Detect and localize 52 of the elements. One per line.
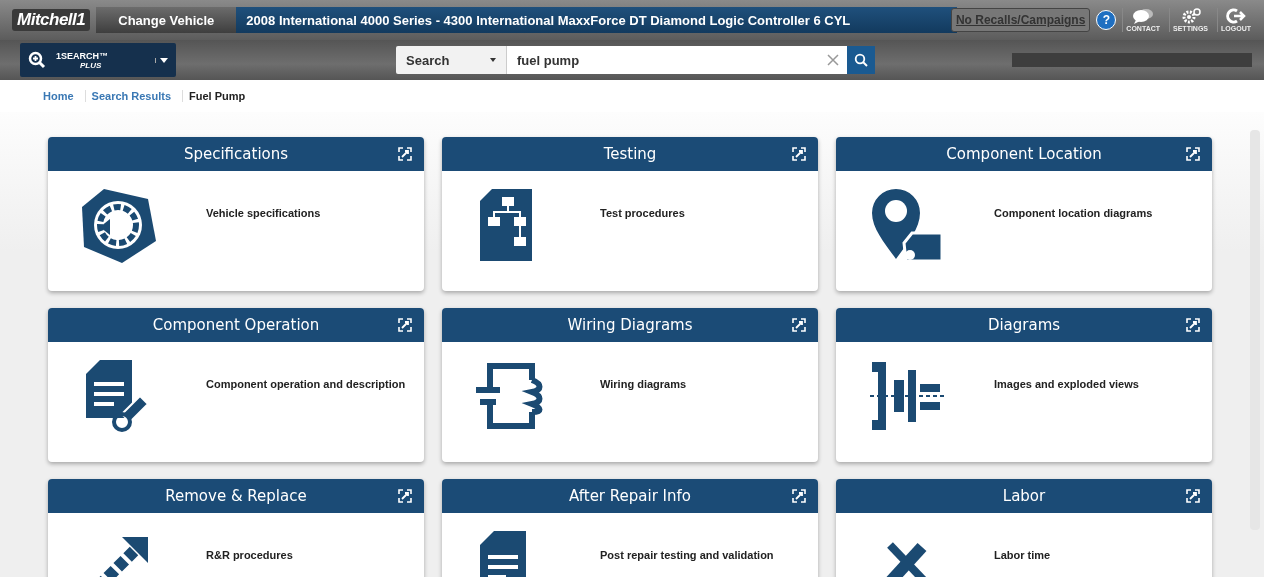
card-title[interactable]: Specifications (183, 145, 289, 163)
category-card[interactable]: Testing Test procedures (442, 137, 818, 291)
category-card[interactable]: Specifications Vehicle specifications (48, 137, 424, 291)
card-description: Post repair testing and validation (600, 549, 774, 561)
card-description: Images and exploded views (994, 378, 1139, 390)
card-title[interactable]: Testing (603, 145, 657, 163)
search-scope-dropdown[interactable]: Search (396, 46, 506, 74)
breadcrumb-link[interactable]: Home (43, 90, 74, 102)
category-card[interactable]: Component Location Component location diagrams (836, 137, 1212, 291)
expand-icon[interactable] (792, 489, 806, 503)
card-description: Vehicle specifications (206, 207, 321, 219)
category-card[interactable]: Remove & Replace R&R procedures (48, 479, 424, 577)
search-button[interactable] (847, 46, 875, 74)
card-description: Test procedures (600, 207, 685, 219)
change-vehicle-button[interactable]: Change Vehicle (96, 7, 237, 33)
expand-icon[interactable] (398, 318, 412, 332)
expand-icon[interactable] (1186, 318, 1200, 332)
card-title[interactable]: Labor (1002, 487, 1046, 505)
caret-icon (490, 58, 496, 62)
expand-icon[interactable] (398, 147, 412, 161)
clear-icon[interactable] (827, 54, 839, 66)
expand-icon[interactable] (792, 318, 806, 332)
help-button[interactable]: ? (1096, 10, 1117, 30)
expand-icon[interactable] (792, 147, 806, 161)
card-title[interactable]: After Repair Info (569, 487, 691, 505)
card-description: R&R procedures (206, 549, 293, 561)
card-description: Component operation and description (206, 378, 406, 390)
caret-icon (160, 57, 168, 63)
breadcrumb-link[interactable]: Search Results (91, 90, 172, 102)
category-card[interactable]: Labor Labor time (836, 479, 1212, 577)
logo: Mitchell1 (12, 9, 91, 31)
zoom-in-icon (28, 51, 46, 69)
card-title[interactable]: Diagrams (987, 316, 1061, 334)
speech-bubbles-icon (1132, 8, 1155, 24)
search-icon (854, 53, 868, 67)
category-card[interactable]: Diagrams Images and exploded views (836, 308, 1212, 462)
expand-icon[interactable] (1186, 147, 1200, 161)
logout-icon (1225, 8, 1247, 24)
breadcrumb-current: Fuel Pump (189, 90, 246, 102)
card-description: Wiring diagrams (600, 378, 687, 390)
search-field[interactable]: fuel pump (507, 46, 847, 74)
expand-icon[interactable] (398, 489, 412, 503)
category-card[interactable]: Wiring Diagrams Wiring diagrams (442, 308, 818, 462)
card-description: Component location diagrams (994, 207, 1153, 219)
category-card[interactable]: After Repair Info Post repair testing and validation (442, 479, 818, 577)
card-title[interactable]: Remove & Replace (165, 487, 307, 505)
expand-icon[interactable] (1186, 489, 1200, 503)
category-card[interactable]: Component Operation Component operation and description (48, 308, 424, 462)
card-description: Labor time (994, 549, 1051, 561)
vehicle-title-bar: 2008 International 4000 Series - 4300 International MaxxForce DT Diamond Logic Controller 6 CYL (236, 7, 957, 33)
card-title[interactable]: Wiring Diagrams (567, 316, 693, 334)
product-selector[interactable]: 1SEARCH™ PLUS (20, 43, 176, 77)
